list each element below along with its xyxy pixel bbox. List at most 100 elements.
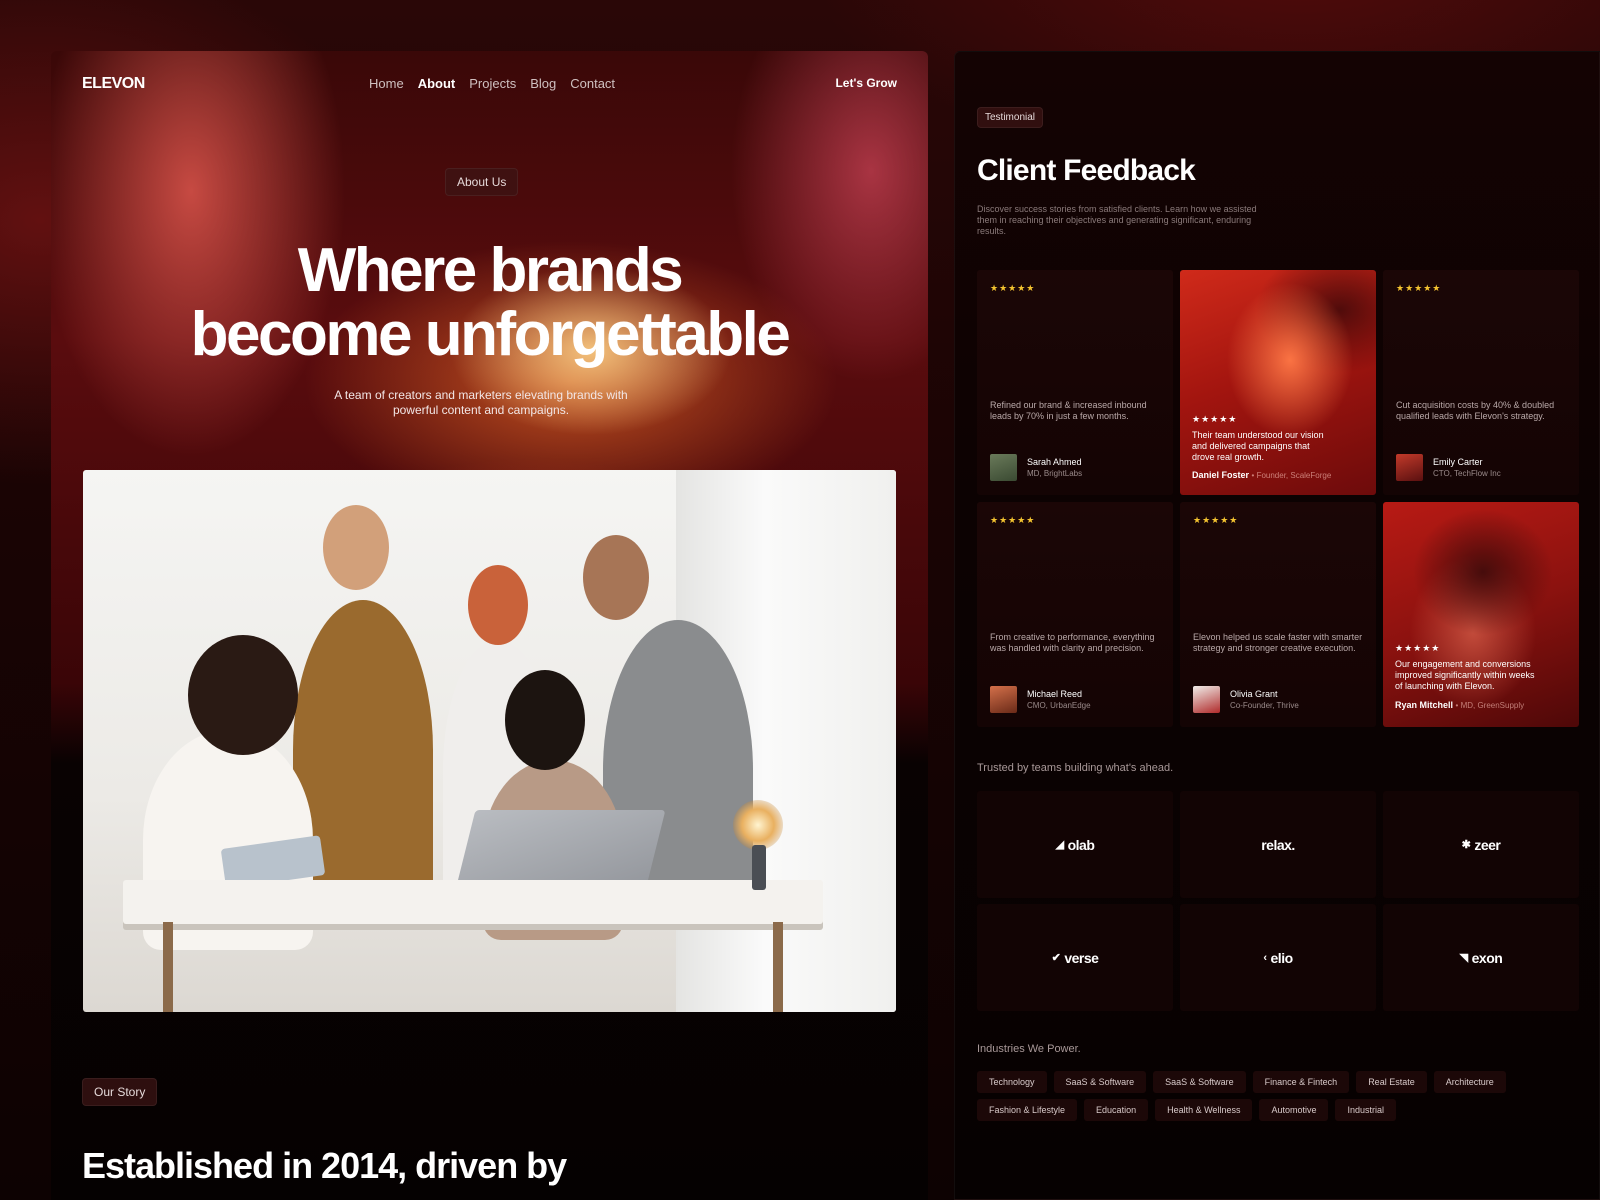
rating-stars: ★★★★★ xyxy=(1192,414,1238,424)
client-logo-elio[interactable]: ‹ elio xyxy=(1180,904,1376,1011)
avatar xyxy=(1396,454,1423,481)
author-name: Daniel Foster xyxy=(1192,470,1250,480)
lamp-stand xyxy=(752,845,766,890)
zeer-icon: ✱ xyxy=(1461,839,1471,851)
logo-text: exon xyxy=(1471,949,1503,966)
industry-tag[interactable]: Education xyxy=(1084,1099,1149,1121)
author-name: Olivia Grant xyxy=(1230,689,1278,699)
industry-tag[interactable]: Industrial xyxy=(1335,1099,1397,1121)
nav-link-home[interactable]: Home xyxy=(369,76,404,91)
testimonial-author: Ryan Mitchell • MD, GreenSupply xyxy=(1395,700,1525,710)
testimonial-quote: Their team understood our vision and del… xyxy=(1192,430,1324,462)
industry-tag[interactable]: Automotive xyxy=(1259,1099,1329,1121)
testimonial-quote: From creative to performance, everything… xyxy=(990,632,1155,653)
rating-stars: ★★★★★ xyxy=(1395,643,1441,653)
person-head xyxy=(583,535,649,620)
nav-link-contact[interactable]: Contact xyxy=(570,76,615,91)
testimonial-card[interactable]: ★★★★★ Elevon helped us scale faster with… xyxy=(1180,502,1376,727)
table-leg xyxy=(773,922,783,1012)
table-leg xyxy=(163,922,173,1012)
testimonial-quote: Elevon helped us scale faster with smart… xyxy=(1193,632,1363,653)
story-title: Established in 2014, driven by xyxy=(82,1145,567,1186)
person-head xyxy=(505,670,585,770)
author-name: Emily Carter xyxy=(1433,457,1483,467)
industry-tags: Technology SaaS & Software SaaS & Softwa… xyxy=(977,1071,1577,1121)
author-role: Founder, ScaleForge xyxy=(1256,471,1332,480)
person-head xyxy=(323,505,389,590)
person-head xyxy=(468,565,528,645)
client-logo-olab[interactable]: ◢ olab xyxy=(977,791,1173,898)
testimonial-card[interactable]: ★★★★★ From creative to performance, ever… xyxy=(977,502,1173,727)
testimonial-grid: ★★★★★ Refined our brand & increased inbo… xyxy=(977,270,1579,727)
testimonial-author: Emily Carter CTO, TechFlow Inc xyxy=(1396,454,1501,481)
team-photo xyxy=(83,470,896,1012)
client-logo-exon[interactable]: ◥ exon xyxy=(1383,904,1579,1011)
client-logo-grid: ◢ olab relax. ✱ zeer ✔ verse ‹ elio ◥ ex… xyxy=(977,791,1579,1011)
industry-tag[interactable]: SaaS & Software xyxy=(1153,1071,1246,1093)
hero-title: Where brands become unforgettable xyxy=(51,239,928,367)
hero-title-line-1: Where brands xyxy=(297,236,684,305)
avatar xyxy=(990,686,1017,713)
author-role: CMO, UrbanEdge xyxy=(1027,701,1091,710)
client-logo-zeer[interactable]: ✱ zeer xyxy=(1383,791,1579,898)
rating-stars: ★★★★★ xyxy=(1193,515,1239,525)
industries-heading: Industries We Power. xyxy=(977,1043,1081,1055)
author-name: Sarah Ahmed xyxy=(1027,457,1082,467)
hero-subtitle: A team of creators and marketers elevati… xyxy=(334,388,628,417)
exon-icon: ◥ xyxy=(1459,952,1468,964)
rating-stars: ★★★★★ xyxy=(990,283,1036,293)
industry-tag[interactable]: SaaS & Software xyxy=(1053,1071,1147,1093)
client-logo-relax[interactable]: relax. xyxy=(1180,791,1376,898)
rating-stars: ★★★★★ xyxy=(1396,283,1442,293)
nav-link-blog[interactable]: Blog xyxy=(530,76,556,91)
logo-text: elio xyxy=(1270,949,1294,966)
lets-grow-button[interactable]: Let's Grow xyxy=(835,76,897,90)
testimonial-author: Olivia Grant Co-Founder, Thrive xyxy=(1193,686,1299,713)
client-feedback-description: Discover success stories from satisfied … xyxy=(977,204,1257,236)
rating-stars: ★★★★★ xyxy=(990,515,1036,525)
hero-title-line-2: become unforgettable xyxy=(190,300,791,369)
logo-text: zeer xyxy=(1474,836,1501,853)
nav-link-about[interactable]: About xyxy=(418,76,456,91)
testimonial-quote: Cut acquisition costs by 40% & doubled q… xyxy=(1396,400,1555,421)
testimonial-card[interactable]: ★★★★★ Refined our brand & increased inbo… xyxy=(977,270,1173,495)
logo-text: relax. xyxy=(1261,836,1295,853)
our-story-badge: Our Story xyxy=(82,1078,158,1106)
nav-link-projects[interactable]: Projects xyxy=(469,76,516,91)
testimonial-quote: Refined our brand & increased inbound le… xyxy=(990,400,1147,421)
testimonial-author: Sarah Ahmed MD, BrightLabs xyxy=(990,454,1082,481)
author-role: Co-Founder, Thrive xyxy=(1230,701,1299,710)
nav-links: Home About Projects Blog Contact xyxy=(369,76,615,91)
client-logo-verse[interactable]: ✔ verse xyxy=(977,904,1173,1011)
industry-tag[interactable]: Finance & Fintech xyxy=(1252,1071,1350,1093)
top-nav: ELEVON Home About Projects Blog Contact … xyxy=(51,51,928,119)
brand-logo[interactable]: ELEVON xyxy=(82,75,145,93)
industry-tag[interactable]: Technology xyxy=(977,1071,1047,1093)
industry-tag[interactable]: Health & Wellness xyxy=(1155,1099,1253,1121)
person-head xyxy=(188,635,298,755)
about-page-panel: ELEVON Home About Projects Blog Contact … xyxy=(51,51,928,1200)
testimonial-card-featured[interactable]: ★★★★★ Our engagement and conversions imp… xyxy=(1383,502,1579,727)
testimonial-panel: Testimonial Client Feedback Discover suc… xyxy=(954,51,1600,1200)
logo-text: olab xyxy=(1067,836,1095,853)
avatar xyxy=(990,454,1017,481)
testimonial-author: Daniel Foster • Founder, ScaleForge xyxy=(1192,470,1332,480)
olab-icon: ◢ xyxy=(1055,839,1064,851)
table xyxy=(123,880,823,924)
industry-tag[interactable]: Architecture xyxy=(1433,1071,1506,1093)
trusted-heading: Trusted by teams building what's ahead. xyxy=(977,762,1174,774)
author-name: Michael Reed xyxy=(1027,689,1083,699)
client-feedback-title: Client Feedback xyxy=(977,154,1196,187)
logo-text: verse xyxy=(1064,949,1099,966)
testimonial-card-featured[interactable]: ★★★★★ Their team understood our vision a… xyxy=(1180,270,1376,495)
industry-tag[interactable]: Fashion & Lifestyle xyxy=(977,1099,1078,1121)
about-us-badge: About Us xyxy=(445,168,519,196)
author-name: Ryan Mitchell xyxy=(1395,700,1454,710)
testimonial-quote: Our engagement and conversions improved … xyxy=(1395,659,1535,691)
elio-icon: ‹ xyxy=(1263,951,1267,964)
testimonial-card[interactable]: ★★★★★ Cut acquisition costs by 40% & dou… xyxy=(1383,270,1579,495)
author-role: MD, BrightLabs xyxy=(1027,469,1083,478)
author-role: MD, GreenSupply xyxy=(1460,701,1525,710)
avatar xyxy=(1193,686,1220,713)
industry-tag[interactable]: Real Estate xyxy=(1356,1071,1427,1093)
